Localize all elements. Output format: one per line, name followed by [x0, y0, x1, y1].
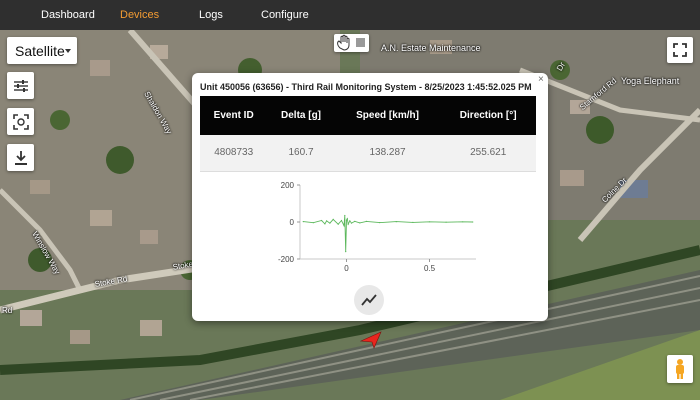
data-point — [445, 221, 447, 223]
data-point — [412, 221, 414, 223]
nav-dashboard[interactable]: Dashboard — [41, 9, 95, 21]
col-delta: Delta [g] — [267, 96, 335, 135]
acceleration-chart: 200 0 -200 0 0.5 — [278, 181, 476, 273]
tune-icon — [13, 79, 28, 92]
data-point — [359, 222, 361, 224]
data-point — [345, 251, 347, 253]
y-tick-label: 0 — [290, 218, 295, 227]
data-point — [428, 221, 431, 223]
data-point — [462, 221, 464, 223]
col-speed: Speed [km/h] — [334, 96, 441, 135]
data-point — [324, 223, 326, 225]
download-button[interactable] — [7, 144, 34, 171]
download-icon — [14, 150, 27, 165]
popup-title: Unit 450056 (63656) - Third Rail Monitor… — [200, 82, 532, 92]
train-direction-marker[interactable] — [360, 331, 382, 349]
data-point — [312, 222, 314, 224]
caret-down-icon — [65, 49, 71, 53]
draw-tools — [334, 34, 369, 52]
data-point — [346, 218, 348, 220]
data-point — [350, 222, 353, 224]
data-point — [395, 221, 397, 223]
nav-configure[interactable]: Configure — [261, 9, 309, 21]
data-point — [344, 214, 346, 217]
map-type-select[interactable]: Satellite — [7, 37, 77, 64]
event-popup: Unit 450056 (63656) - Third Rail Monitor… — [192, 73, 548, 321]
x-tick-label: 0 — [344, 264, 349, 273]
trend-chart-icon — [361, 294, 377, 306]
data-point — [326, 220, 328, 222]
data-point — [365, 220, 367, 222]
yoga-elephant-label: Yoga Elephant — [621, 76, 680, 86]
chart-button[interactable] — [354, 285, 384, 315]
map-type-label: Satellite — [15, 42, 65, 59]
data-point — [379, 222, 381, 224]
data-point — [329, 222, 331, 224]
top-navigation: Dashboard Devices Logs Configure — [0, 0, 700, 30]
close-icon[interactable]: × — [538, 74, 544, 85]
data-point — [332, 218, 334, 220]
street-view-button[interactable] — [667, 355, 693, 383]
series-line — [303, 215, 473, 252]
fullscreen-button[interactable] — [667, 37, 693, 63]
data-point — [302, 221, 304, 223]
data-point — [343, 225, 345, 227]
event-table: Event ID Delta [g] Speed [km/h] Directio… — [200, 96, 536, 172]
hand-pan-icon[interactable] — [337, 34, 350, 51]
data-point — [349, 220, 351, 222]
data-point — [340, 219, 343, 222]
data-point — [347, 223, 349, 225]
nav-devices[interactable]: Devices — [120, 9, 159, 21]
focus-button[interactable] — [7, 108, 34, 135]
x-tick-label: 0.5 — [424, 264, 436, 273]
data-point — [472, 221, 474, 223]
table-row[interactable]: 4808733 160.7 138.287 255.621 — [200, 135, 536, 172]
filter-button[interactable] — [7, 72, 34, 99]
data-point — [345, 219, 348, 221]
y-tick-label: -200 — [278, 255, 295, 264]
rd-label: Rd — [2, 306, 13, 315]
square-draw-icon[interactable] — [356, 38, 365, 47]
col-direction: Direction [°] — [440, 96, 536, 135]
nav-logs[interactable]: Logs — [199, 9, 223, 21]
y-tick-label: 200 — [281, 181, 295, 190]
data-point — [354, 220, 356, 222]
cell-direction: 255.621 — [440, 135, 536, 172]
data-point — [321, 219, 323, 222]
center-focus-icon — [12, 113, 29, 130]
table-header-row: Event ID Delta [g] Speed [km/h] Directio… — [200, 96, 536, 135]
fullscreen-icon — [673, 43, 687, 57]
street-view-pegman-icon — [676, 359, 684, 379]
estate-maintenance-label: A.N. Estate Maintenance — [381, 43, 481, 53]
draw-tools-icons — [337, 34, 365, 51]
cell-speed: 138.287 — [334, 135, 441, 172]
col-event-id: Event ID — [200, 96, 268, 135]
cell-delta: 160.7 — [267, 135, 335, 172]
cell-event-id: 4808733 — [200, 135, 268, 172]
data-point — [337, 223, 339, 225]
